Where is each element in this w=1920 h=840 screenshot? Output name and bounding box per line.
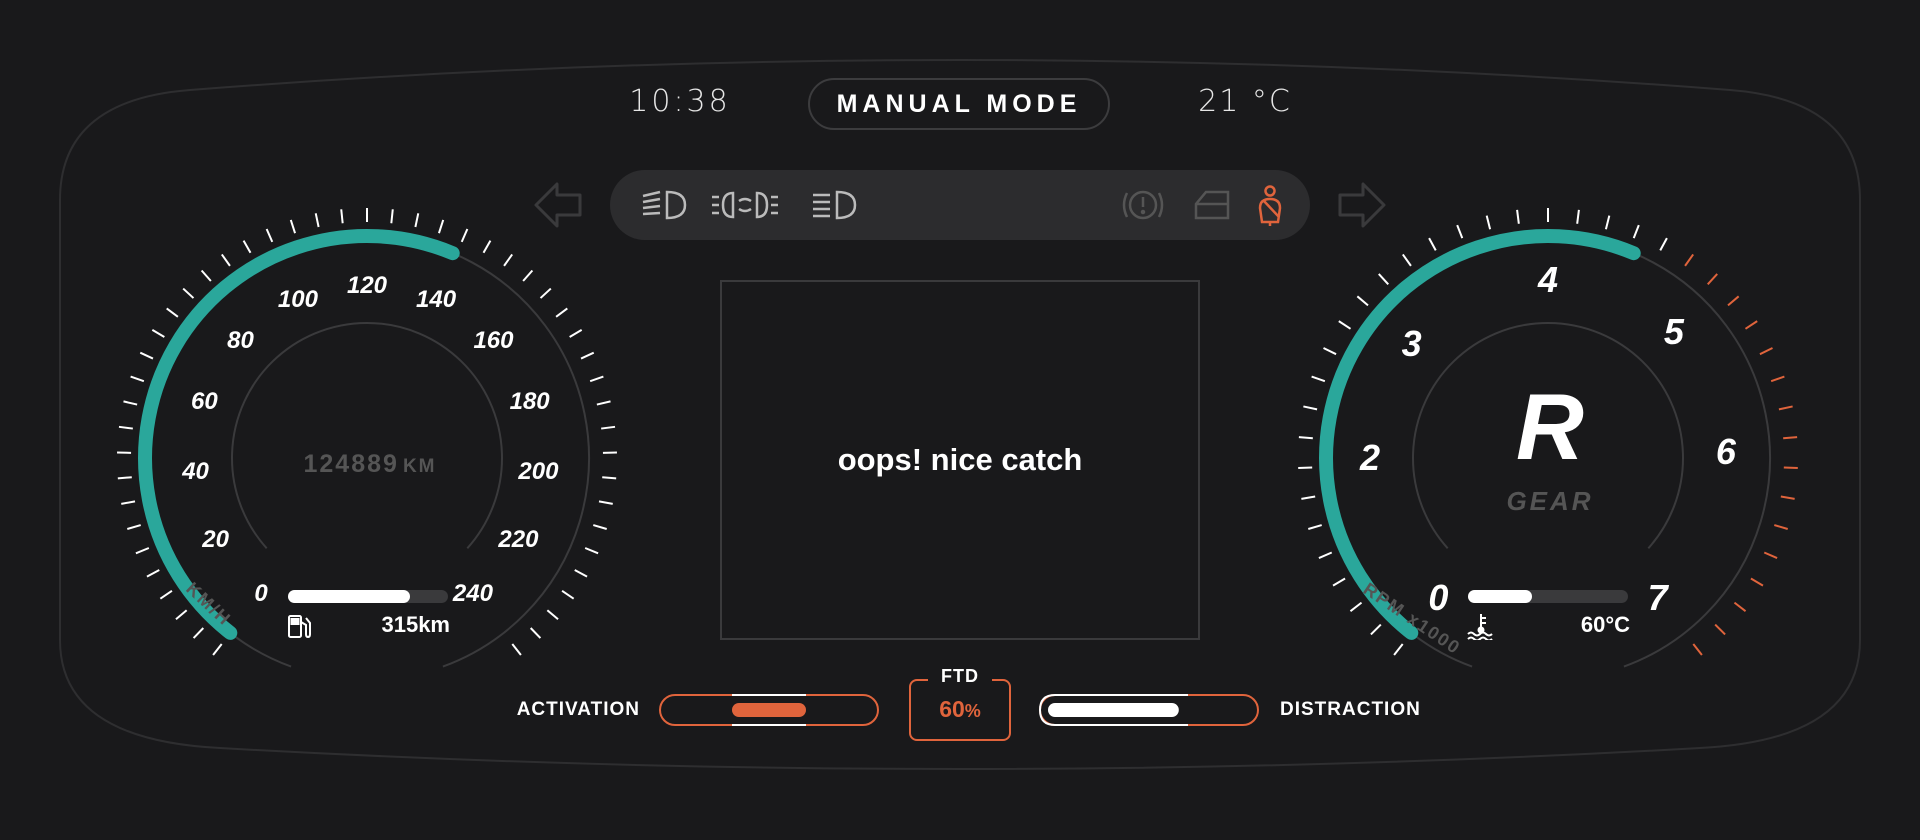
tachometer-tick (1332, 577, 1346, 587)
ftd-unit: % (964, 701, 981, 721)
tachometer-tick (1298, 436, 1313, 440)
activation-meter (659, 694, 879, 726)
tachometer-tick (1311, 375, 1326, 383)
tachometer-tick-label: 0 (1428, 577, 1449, 619)
tachometer-tick (1308, 524, 1323, 530)
tachometer-tick (1659, 237, 1668, 251)
tachometer-tick (1707, 273, 1718, 285)
tachometer-tick (1692, 643, 1703, 656)
tachometer-tick (1783, 436, 1798, 440)
tachometer-tick (1783, 466, 1798, 470)
tachometer-tick (1632, 224, 1640, 239)
tachometer-tick (1773, 524, 1788, 530)
tachometer-tick (1318, 551, 1333, 560)
tachometer-tick-label: 3 (1401, 322, 1422, 364)
tachometer-tick (1763, 551, 1778, 560)
tachometer-tick (1604, 215, 1611, 230)
tachometer-tick (1516, 209, 1520, 224)
tachometer-tick (1780, 495, 1795, 500)
coolant-temp-icon (1467, 614, 1493, 640)
tachometer-tick (1744, 320, 1758, 330)
tachometer-tick (1428, 237, 1437, 251)
coolant-bar-fill (1468, 590, 1532, 603)
instrument-cluster: 10:38 MANUAL MODE 21 °C oops! nice catch (0, 0, 1920, 840)
tachometer-tick (1378, 273, 1389, 285)
distraction-meter (1038, 694, 1259, 726)
tachometer-tick (1733, 601, 1747, 613)
tachometer-tick (1393, 643, 1404, 656)
tachometer-tick (1402, 253, 1412, 267)
tachometer-tick (1770, 375, 1785, 383)
gear-label: GEAR (1506, 486, 1594, 516)
tachometer-tick (1301, 495, 1316, 500)
tachometer-tick (1303, 405, 1318, 411)
tachometer-tick (1750, 577, 1764, 587)
tachometer-tick (1349, 601, 1363, 613)
tachometer-tick (1323, 347, 1337, 356)
distraction-label: DISTRACTION (1280, 699, 1421, 720)
activation-fill (732, 703, 806, 717)
ftd-label: FTD (928, 666, 992, 687)
tachometer-tick (1356, 295, 1369, 307)
tachometer-tick-label: 2 (1359, 437, 1381, 478)
gear-indicator: R (1516, 374, 1584, 479)
tachometer-tick (1759, 347, 1773, 356)
tachometer-tick-label: 6 (1715, 430, 1736, 472)
tachometer-tick (1456, 224, 1464, 239)
coolant-temperature: 60°C (1580, 612, 1630, 637)
tachometer-tick (1338, 320, 1352, 330)
activation-label: ACTIVATION (516, 699, 640, 720)
tachometer-tick-label: 4 (1537, 259, 1559, 300)
tachometer-tick-label: 5 (1663, 311, 1684, 353)
tachometer-tick (1778, 405, 1793, 411)
tachometer-tick (1370, 623, 1382, 636)
coolant-bar (1468, 590, 1628, 603)
tachometer-tick (1485, 215, 1492, 230)
ftd-value: 60 (939, 696, 965, 722)
distraction-fill (1048, 703, 1179, 717)
tachometer-tick-label: 7 (1647, 577, 1668, 619)
tachometer-tick (1576, 209, 1580, 224)
tachometer-tick (1298, 466, 1313, 470)
tachometer-tick (1714, 623, 1726, 636)
rpm-unit-label: RPM x1000 (1360, 579, 1465, 659)
tachometer-tick (1727, 295, 1740, 307)
tachometer-tick (1684, 253, 1694, 267)
ftd-value-wrap: 60% (909, 696, 1011, 723)
